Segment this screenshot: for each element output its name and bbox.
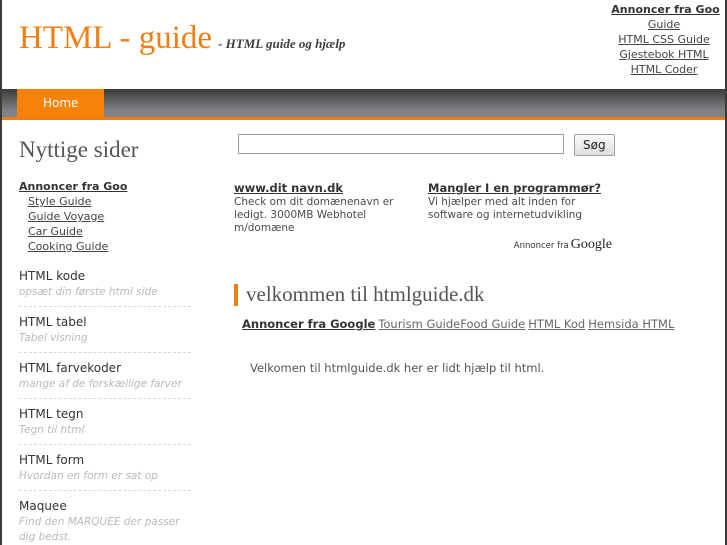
inline-ad-link-1[interactable]: Tourism Guide [378,317,460,331]
sidebar-item-desc: Find den MARQUEE der passer dig bedst. [19,516,180,543]
ad-headline[interactable]: Mangler I en programmør? [428,180,616,196]
site-logo[interactable]: HTML - guide - HTML guide og hjælp [19,20,345,57]
header-ad-unit: Annoncer fra Goo Guide HTML CSS Guide Gj… [603,2,725,82]
header-ad-link-3[interactable]: Gjestebok HTML [603,47,725,62]
site-header: HTML - guide - HTML guide og hjælp Annonc… [2,0,725,89]
sidebar-item-desc: Tabel visning [19,332,88,344]
sidebar: Nyttige sider Annoncer fra Goo Style Gui… [2,120,207,545]
header-ad-link-1[interactable]: Guide [603,17,725,32]
sidebar-ad-link-1[interactable]: Style Guide [28,194,129,209]
sidebar-ad-title: Annoncer fra Goo [19,180,128,193]
sidebar-item-html-tabel[interactable]: HTML tabel Tabel visning [19,314,191,353]
search-submit-button[interactable]: Søg [574,134,615,156]
sidebar-item-maquee[interactable]: Maquee Find den MARQUEE der passer dig b… [19,498,191,545]
sidebar-item-title: Maquee [19,499,67,513]
sidebar-item-desc: opsæt din første html side [19,286,158,298]
sidebar-heading: Nyttige sider [19,137,139,162]
main-column: Søg www.dit navn.dk Check om dit domænen… [234,120,725,375]
sidebar-item-html-form[interactable]: HTML form Hvordan en form er sat op [19,452,191,491]
ad-headline[interactable]: www.dit navn.dk [234,180,422,196]
welcome-section: velkommen til htmlguide.dk [234,281,725,307]
inline-ad-links: Annoncer fra Google Tourism GuideFood Gui… [242,317,725,331]
sidebar-item-title: HTML kode [19,269,86,283]
top-ad-unit-2[interactable]: Mangler I en programmør? Vi hjælper med … [428,180,622,235]
sidebar-item-desc: Tegn til html [19,424,85,436]
sidebar-item-title: HTML form [19,453,85,467]
ad-body-text: Check om dit domænenavn er ledigt. 3000M… [234,196,394,234]
sidebar-item-title: HTML tegn [19,407,84,421]
google-logo: Google [570,237,612,252]
sidebar-item-html-kode[interactable]: HTML kode opsæt din første html side [19,268,191,307]
sidebar-item-html-tegn[interactable]: HTML tegn Tegn til html [19,406,191,445]
ad-body-text: Vi hjælper med alt inden for software og… [428,196,583,221]
header-ad-link-2[interactable]: HTML CSS Guide [603,32,725,47]
page-title: velkommen til htmlguide.dk [246,282,485,306]
main-navbar: Home [2,89,725,120]
adsense-attribution-text: Annoncer fra [513,241,569,251]
top-adsense-attribution: Annoncer fra Google [234,237,624,253]
heading-accent-bar [234,284,238,306]
page-body-text: Velkomen til htmlguide.dk her er lidt hj… [250,361,545,375]
header-ad-title: Annoncer fra Goo [611,3,720,16]
top-ad-row: www.dit navn.dk Check om dit domænenavn … [234,180,624,235]
sidebar-item-title: HTML tabel [19,315,87,329]
search-row: Søg [234,134,615,158]
inline-ad-link-2[interactable]: Food Guide [460,317,525,331]
sidebar-ad-link-3[interactable]: Car Guide [28,224,129,239]
sidebar-item-desc: Hvordan en form er sat op [19,470,158,482]
header-ad-link-4[interactable]: HTML Coder [603,62,725,77]
page-root: HTML - guide - HTML guide og hjælp Annonc… [0,0,727,545]
sidebar-item-html-farvekoder[interactable]: HTML farvekoder mange af de forskællige … [19,360,191,399]
top-ad-unit-1[interactable]: www.dit navn.dk Check om dit domænenavn … [234,180,428,235]
inline-ad-link-3[interactable]: HTML Kod [528,317,585,331]
sidebar-ad-unit: Annoncer fra Goo Style Guide Guide Voyag… [19,179,129,254]
inline-ad-link-4[interactable]: Hemsida HTML [588,317,674,331]
top-ad-block: www.dit navn.dk Check om dit domænenavn … [234,180,624,253]
logo-text: HTML - guide [19,20,213,56]
search-input[interactable] [238,134,564,154]
inline-ad-title: Annoncer fra Google [242,317,376,331]
sidebar-ad-link-2[interactable]: Guide Voyage [28,209,129,224]
content-area: Nyttige sider Annoncer fra Goo Style Gui… [2,120,725,545]
logo-tagline: - HTML guide og hjælp [218,36,346,51]
nav-tab-home-label: Home [43,96,79,110]
sidebar-item-title: HTML farvekoder [19,361,121,375]
nav-tab-home[interactable]: Home [17,89,105,117]
sidebar-item-desc: mange af de forskællige farver [19,378,182,390]
sidebar-ad-link-4[interactable]: Cooking Guide [28,239,129,254]
